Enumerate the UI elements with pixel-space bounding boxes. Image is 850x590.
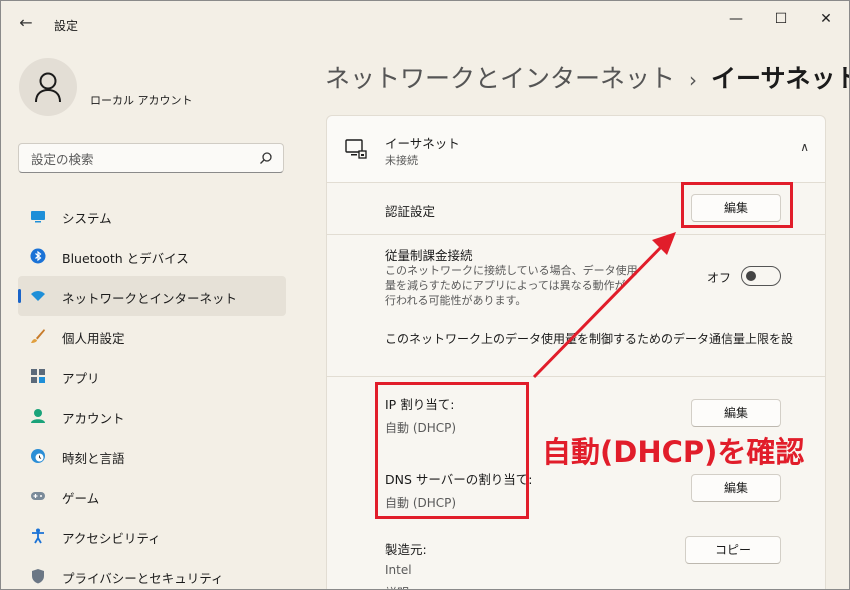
app-title: 設定	[54, 19, 79, 33]
description-label-partial: 説明	[385, 584, 409, 589]
sidebar-item-privacy[interactable]: プライバシーとセキュリティ	[18, 556, 286, 589]
sidebar-item-accessibility[interactable]: アクセシビリティ	[18, 516, 286, 556]
dns-edit-button[interactable]: 編集	[691, 474, 781, 502]
brush-icon	[31, 329, 45, 343]
minimize-icon[interactable]: —	[721, 9, 751, 29]
close-icon[interactable]: ✕	[811, 9, 841, 29]
sidebar-item-time-language[interactable]: 時刻と言語	[18, 436, 286, 476]
sidebar-item-system[interactable]: システム	[18, 196, 286, 236]
sidebar-item-label: アカウント	[62, 411, 125, 426]
search-icon[interactable]	[259, 151, 273, 165]
apps-icon	[31, 369, 45, 383]
sidebar-item-bluetooth[interactable]: Bluetooth とデバイス	[18, 236, 286, 276]
sidebar-item-personalization[interactable]: 個人用設定	[18, 316, 286, 356]
sidebar-item-label: アクセシビリティ	[62, 531, 161, 546]
sidebar-item-apps[interactable]: アプリ	[18, 356, 286, 396]
account-icon	[31, 409, 45, 423]
breadcrumb-separator: ›	[689, 68, 698, 92]
ethernet-icon	[345, 139, 367, 159]
manufacturer-label: 製造元:	[385, 542, 427, 557]
title-bar: ← 設定 — ☐ ✕	[1, 1, 849, 45]
ethernet-title: イーサネット	[385, 136, 460, 151]
ethernet-header[interactable]: イーサネット 未接続 ∧	[327, 116, 825, 183]
sidebar-item-label: ネットワークとインターネット	[62, 291, 238, 306]
gamepad-icon	[31, 492, 45, 500]
breadcrumb: ネットワークとインターネット › イーサネット	[325, 59, 850, 95]
divider	[327, 376, 825, 377]
accessibility-icon	[32, 528, 44, 544]
metered-description: このネットワークに接続している場合、データ使用 量を減らすためにアプリによっては…	[385, 264, 638, 307]
search-input[interactable]	[29, 148, 253, 170]
copy-button[interactable]: コピー	[685, 536, 781, 564]
system-icon	[31, 211, 45, 223]
sidebar-item-accounts[interactable]: アカウント	[18, 396, 286, 436]
metered-toggle[interactable]	[741, 266, 781, 286]
breadcrumb-parent[interactable]: ネットワークとインターネット	[325, 64, 675, 93]
user-name: ローカル アカウント	[90, 94, 193, 107]
maximize-icon[interactable]: ☐	[766, 9, 796, 29]
shield-icon	[32, 569, 44, 584]
ip-edit-button[interactable]: 編集	[691, 399, 781, 427]
active-indicator	[18, 289, 21, 303]
sidebar-item-label: 時刻と言語	[62, 451, 125, 466]
network-icon	[31, 291, 45, 301]
metered-state: オフ	[707, 271, 732, 285]
avatar[interactable]	[19, 58, 77, 116]
manufacturer-value: Intel	[385, 563, 412, 577]
bluetooth-icon	[30, 248, 46, 264]
toggle-knob	[746, 271, 756, 281]
annotation-text: 自動(DHCP)を確認	[542, 435, 805, 469]
sidebar-item-label: プライバシーとセキュリティ	[62, 571, 224, 586]
sidebar-item-label: システム	[62, 211, 112, 226]
highlight-box-auth	[681, 182, 793, 228]
sidebar-nav: システム Bluetooth とデバイス ネットワークとインターネット 個人用設…	[18, 196, 286, 589]
data-limit-text[interactable]: このネットワーク上のデータ使用量を制御するためのデータ通信量上限を設	[385, 330, 793, 347]
search-box[interactable]	[18, 143, 284, 173]
highlight-box-dhcp	[375, 382, 529, 519]
divider	[327, 234, 825, 235]
sidebar-item-label: Bluetooth とデバイス	[62, 251, 189, 266]
auth-settings-label: 認証設定	[385, 204, 436, 219]
sidebar-item-gaming[interactable]: ゲーム	[18, 476, 286, 516]
metered-label: 従量制課金接続	[385, 248, 473, 263]
settings-window: ← 設定 — ☐ ✕ ローカル アカウント システム Bluet	[0, 0, 850, 590]
user-icon	[35, 72, 61, 103]
clock-globe-icon	[31, 449, 45, 463]
chevron-up-icon[interactable]: ∧	[800, 140, 809, 154]
ethernet-status: 未接続	[385, 154, 418, 167]
sidebar-item-network[interactable]: ネットワークとインターネット	[18, 276, 286, 316]
page-title: イーサネット	[711, 64, 850, 93]
sidebar-item-label: 個人用設定	[62, 331, 125, 346]
sidebar-item-label: アプリ	[62, 371, 100, 386]
back-arrow-icon[interactable]: ←	[16, 13, 36, 33]
sidebar-item-label: ゲーム	[62, 491, 100, 506]
